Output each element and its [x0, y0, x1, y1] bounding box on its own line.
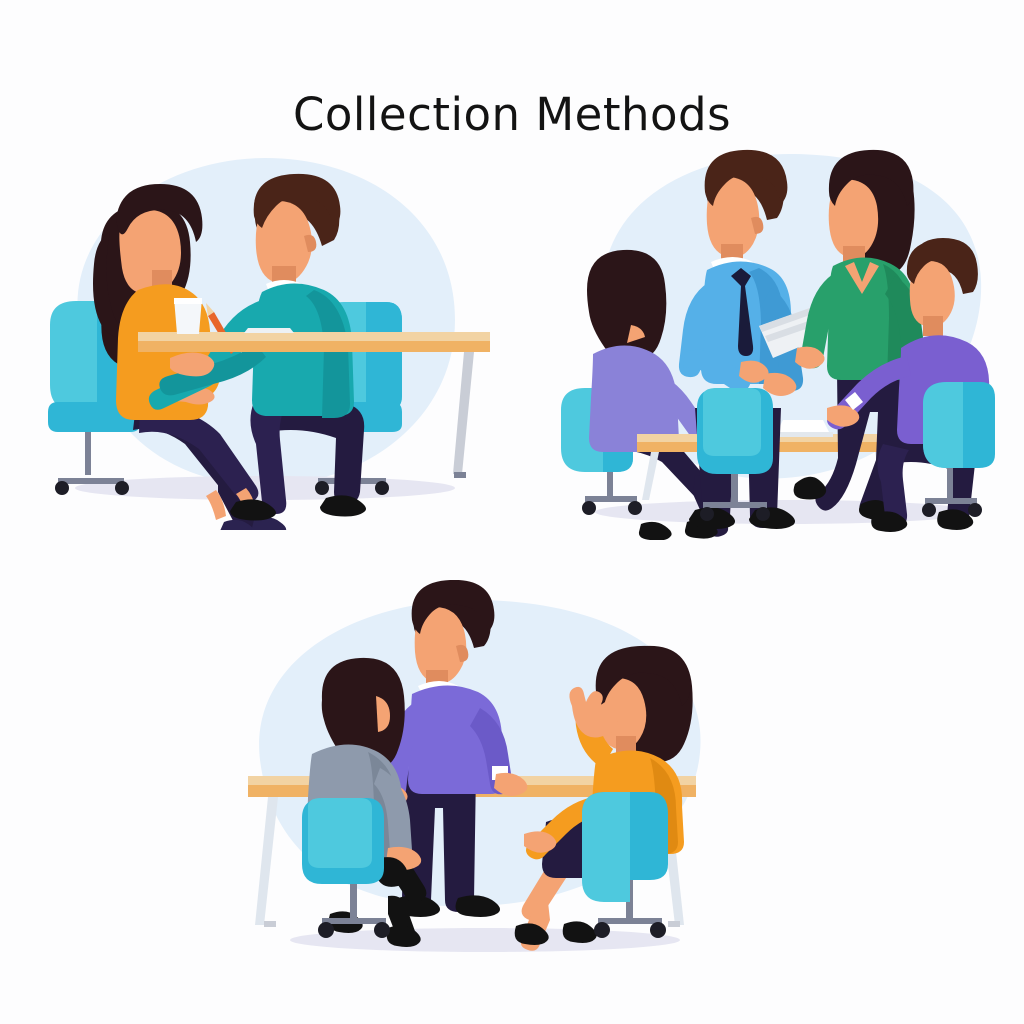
hair [587, 249, 667, 361]
observation-illustration [230, 580, 740, 980]
hand [170, 352, 215, 377]
interview-illustration [40, 140, 490, 530]
chair-right [582, 792, 668, 938]
paper [244, 328, 294, 333]
page-title: Collection Methods [292, 88, 732, 142]
focus-group-illustration [545, 140, 1005, 540]
cup [174, 298, 202, 334]
